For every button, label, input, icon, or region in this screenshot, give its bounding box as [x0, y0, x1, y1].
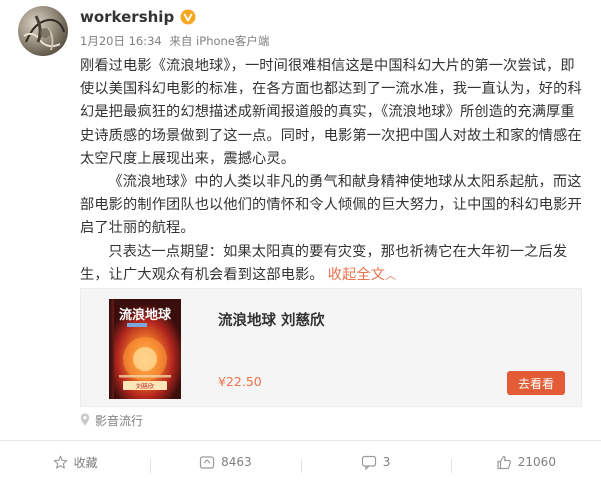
collapse-link[interactable]: 收起全文︿	[328, 267, 397, 283]
post-paragraph: 刚看过电影《流浪地球》，一时间很难相信这是中国科幻大片的第一次尝试，即使以美国科…	[80, 58, 582, 167]
star-icon	[53, 455, 67, 469]
thumbs-up-icon	[497, 455, 511, 469]
action-bar: 收藏 8463 3 21060	[0, 441, 601, 483]
username-text[interactable]: workership	[80, 8, 174, 26]
repost-icon	[199, 455, 215, 469]
post-paragraph: 只表达一点期望：如果太阳真的要有灾变，那也祈祷它在大年初一之后发生，让广大观众有…	[80, 241, 585, 287]
card-title[interactable]: 流浪地球 刘慈欣	[218, 309, 325, 330]
book-cover-author: 刘慈欣	[136, 383, 154, 391]
like-button[interactable]: 21060	[450, 455, 601, 473]
post-paragraph: 《流浪地球》中的人类以非凡的勇气和献身精神使地球从太阳系起航，而这部电影的制作团…	[80, 174, 582, 237]
favorite-button[interactable]: 收藏	[0, 454, 150, 471]
collapse-label[interactable]: 收起全文	[328, 267, 385, 283]
repost-button[interactable]: 8463	[150, 455, 300, 473]
repost-count[interactable]: 8463	[221, 455, 252, 469]
book-cover-image[interactable]: 流浪地球 刘慈欣	[93, 295, 197, 401]
avatar[interactable]	[18, 6, 68, 56]
username[interactable]: workership	[80, 8, 196, 26]
product-card[interactable]: 流浪地球 刘慈欣 流浪地球 刘慈欣 ¥22.50 去看看	[80, 288, 582, 407]
favorite-label[interactable]: 收藏	[74, 454, 98, 471]
comment-count[interactable]: 3	[383, 455, 391, 469]
post-source: 来自 iPhone客户端	[169, 34, 270, 48]
comment-icon	[361, 455, 376, 470]
chevron-up-icon: ︿	[385, 268, 397, 282]
attribution-label[interactable]: 影音流行	[95, 412, 143, 429]
view-button[interactable]: 去看看	[507, 371, 565, 395]
post-paragraph-text: 只表达一点期望：如果太阳真的要有灾变，那也祈祷它在大年初一之后发生，让广大观众有…	[80, 243, 568, 283]
like-count[interactable]: 21060	[518, 455, 556, 469]
post-text: 刚看过电影《流浪地球》，一时间很难相信这是中国科幻大片的第一次尝试，即使以美国科…	[80, 55, 585, 287]
post-meta: 1月20日 16:34 来自 iPhone客户端	[80, 33, 273, 49]
timestamp[interactable]: 1月20日 16:34	[80, 34, 162, 48]
vip-v-icon	[180, 9, 196, 25]
location-pin-icon	[80, 413, 90, 429]
card-price: ¥22.50	[218, 374, 262, 389]
comment-button[interactable]: 3	[300, 455, 451, 473]
attribution-link[interactable]: 影音流行	[80, 412, 143, 429]
book-cover-title: 流浪地球	[119, 307, 172, 323]
